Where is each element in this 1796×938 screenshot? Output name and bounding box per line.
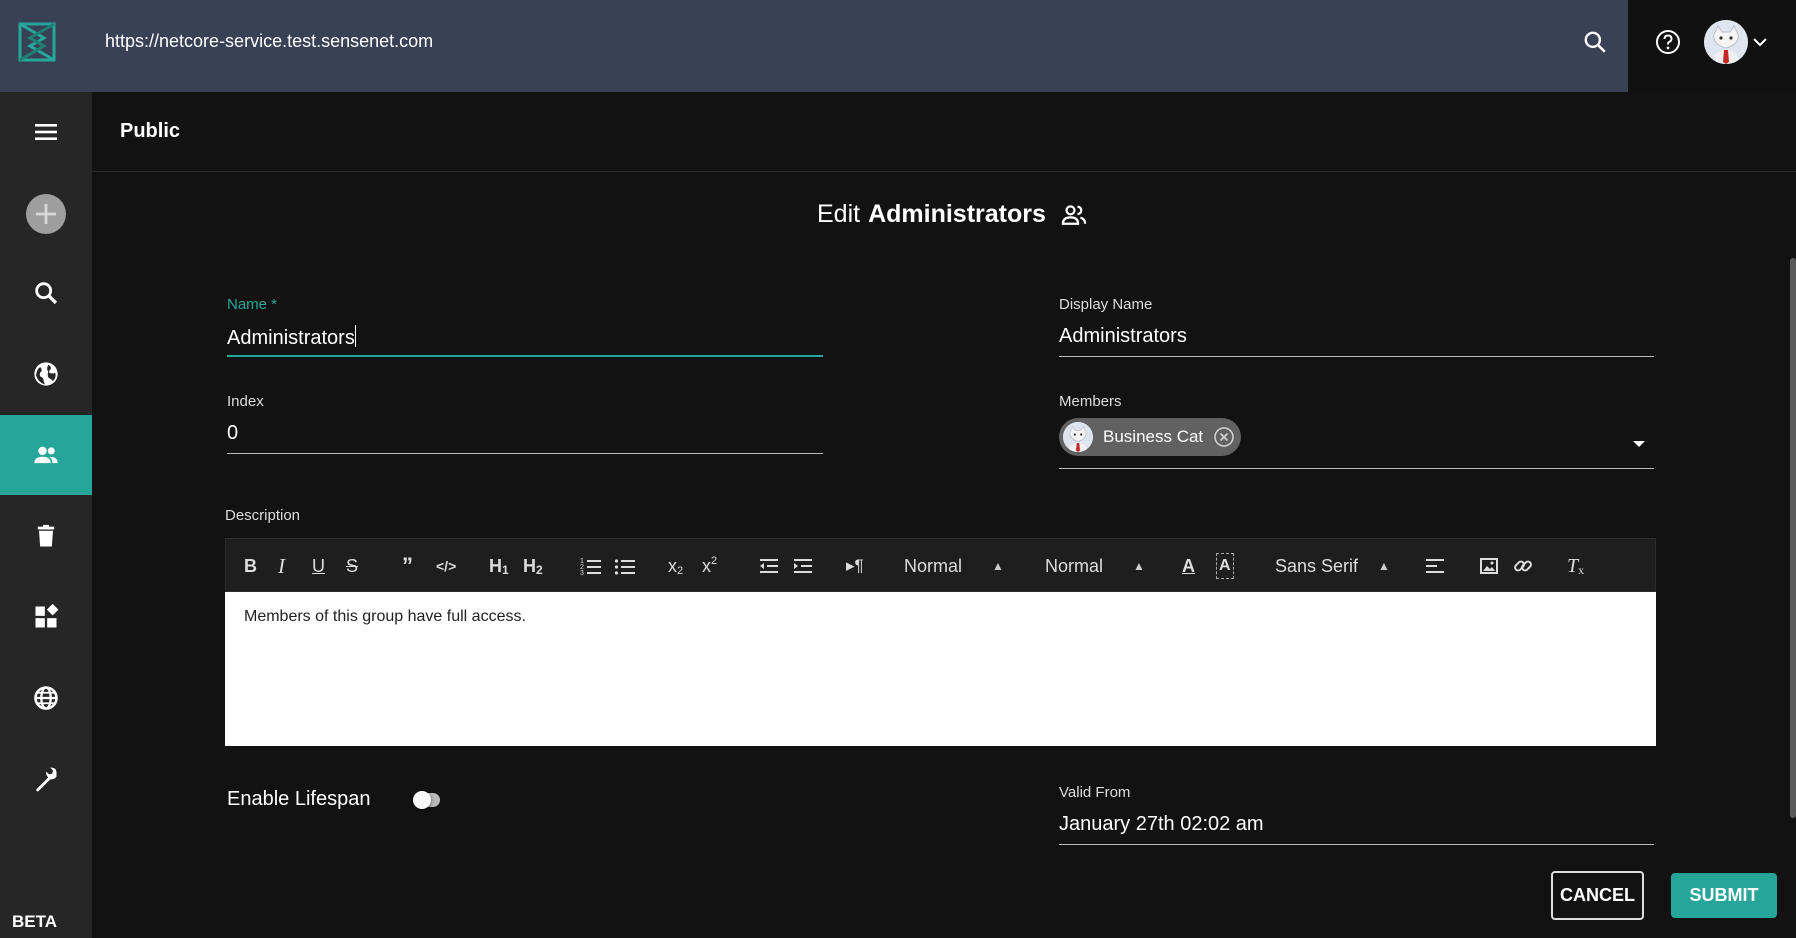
text-color-icon[interactable]: A [1182,553,1195,579]
code-block-icon[interactable]: </> [436,553,456,579]
language-icon [34,686,58,710]
header-select-value: Normal [904,555,963,576]
heading2-icon[interactable]: H2 [523,553,543,579]
svg-text:3: 3 [580,570,584,577]
add-button[interactable] [0,174,92,254]
avatar[interactable] [1704,20,1748,64]
valid-from-label: Valid From [1059,784,1131,801]
menu-icon [35,124,57,140]
select-arrows-icon: ▲ [992,559,1004,573]
outdent-icon[interactable] [758,553,780,579]
sidebar-item-dashboard[interactable] [0,577,92,657]
header-select[interactable]: Normal ▲ [904,553,1004,579]
lifespan-toggle[interactable] [413,791,440,809]
valid-from-input[interactable]: January 27th 02:02 am [1059,811,1654,845]
users-icon [34,446,58,464]
sidebar-item-search[interactable] [0,253,92,333]
repository-url[interactable]: https://netcore-service.test.sensenet.co… [105,31,433,52]
cancel-button[interactable]: CANCEL [1551,871,1644,920]
enable-lifespan-label: Enable Lifespan [227,788,371,810]
display-name-label: Display Name [1059,296,1153,313]
font-select-value: Sans Serif [1275,555,1359,576]
align-icon[interactable] [1424,553,1446,579]
sidebar-item-trash[interactable] [0,496,92,576]
select-arrows-icon: ▲ [1133,559,1145,573]
page-title: Edit Administrators [817,200,1088,229]
font-select[interactable]: Sans Serif ▲ [1275,553,1390,579]
editor-toolbar: B I U S ” </> H1 H2 123 x2 x2 ▸¶ Normal ▲… [225,538,1656,592]
select-arrows-icon: ▲ [1378,559,1390,573]
add-icon [26,194,66,234]
bold-icon[interactable]: B [244,553,257,579]
dropdown-arrow-icon[interactable] [1628,433,1650,455]
sidebar-item-setup[interactable] [0,739,92,819]
dashboard-icon [35,603,59,628]
image-icon[interactable] [1478,553,1500,579]
italic-icon[interactable]: I [278,553,285,579]
display-name-field: Display Name Administrators [1059,296,1654,357]
top-bar: https://netcore-service.test.sensenet.co… [0,0,1628,92]
strikethrough-icon[interactable]: S [346,553,358,579]
description-label: Description [225,507,301,524]
index-label: Index [227,393,264,410]
member-chip-label: Business Cat [1103,427,1204,446]
toggle-knob [413,791,431,809]
link-icon[interactable] [1512,553,1534,579]
superscript-icon[interactable]: x2 [702,553,717,579]
size-select[interactable]: Normal ▲ [1045,553,1145,579]
menu-button[interactable] [0,92,92,172]
valid-from-field: Valid From January 27th 02:02 am [1059,784,1654,845]
background-color-icon[interactable]: A [1216,553,1234,579]
size-select-value: Normal [1045,555,1104,576]
description-editor[interactable]: Members of this group have full access. [225,592,1656,746]
search-icon[interactable] [1582,29,1608,55]
chip-remove-icon[interactable] [1213,426,1235,448]
clear-format-icon[interactable]: Tx [1567,553,1584,579]
sidebar-item-users-groups[interactable] [0,415,92,495]
name-input[interactable]: Administrators [227,323,823,357]
members-label: Members [1059,393,1122,410]
index-input[interactable]: 0 [227,420,823,454]
name-value: Administrators [227,327,355,349]
member-chip[interactable]: Business Cat [1059,418,1242,456]
display-name-input[interactable]: Administrators [1059,323,1654,357]
subscript-icon[interactable]: x2 [668,553,683,579]
app-root: https://netcore-service.test.sensenet.co… [0,0,1796,938]
name-label: Name * [227,296,278,313]
text-direction-icon[interactable]: ▸¶ [846,553,864,579]
sensenet-logo[interactable] [16,20,58,64]
sidebar-item-content[interactable] [0,334,92,414]
underline-icon[interactable]: U [312,553,325,579]
title-prefix: Edit [817,200,861,228]
scrollbar[interactable] [1790,258,1796,818]
breadcrumb-item-public[interactable]: Public [120,120,180,143]
wrench-icon [36,767,57,792]
indent-icon[interactable] [792,553,814,579]
heading1-icon[interactable]: H1 [489,553,509,579]
submit-button[interactable]: SUBMIT [1671,873,1777,918]
sidebar-item-localization[interactable] [0,658,92,738]
ordered-list-icon[interactable]: 123 [580,553,602,579]
chevron-down-icon[interactable] [1750,32,1770,52]
search-icon [35,282,58,305]
blockquote-icon[interactable]: ” [402,553,413,579]
title-name: Administrators [868,200,1046,228]
members-field[interactable]: Members Business Cat [1059,393,1654,469]
name-field: Name * Administrators [227,296,823,357]
sidebar [0,92,92,938]
member-avatar [1063,422,1093,452]
beta-label: BETA [12,912,58,931]
globe-icon [34,362,58,386]
trash-icon [37,524,55,547]
index-field: Index 0 [227,393,823,454]
breadcrumb: Public [92,92,1796,172]
group-icon [1061,204,1087,225]
bullet-list-icon[interactable] [614,553,636,579]
help-icon[interactable] [1654,28,1682,56]
text-caret [354,325,356,347]
user-area [1628,0,1796,92]
